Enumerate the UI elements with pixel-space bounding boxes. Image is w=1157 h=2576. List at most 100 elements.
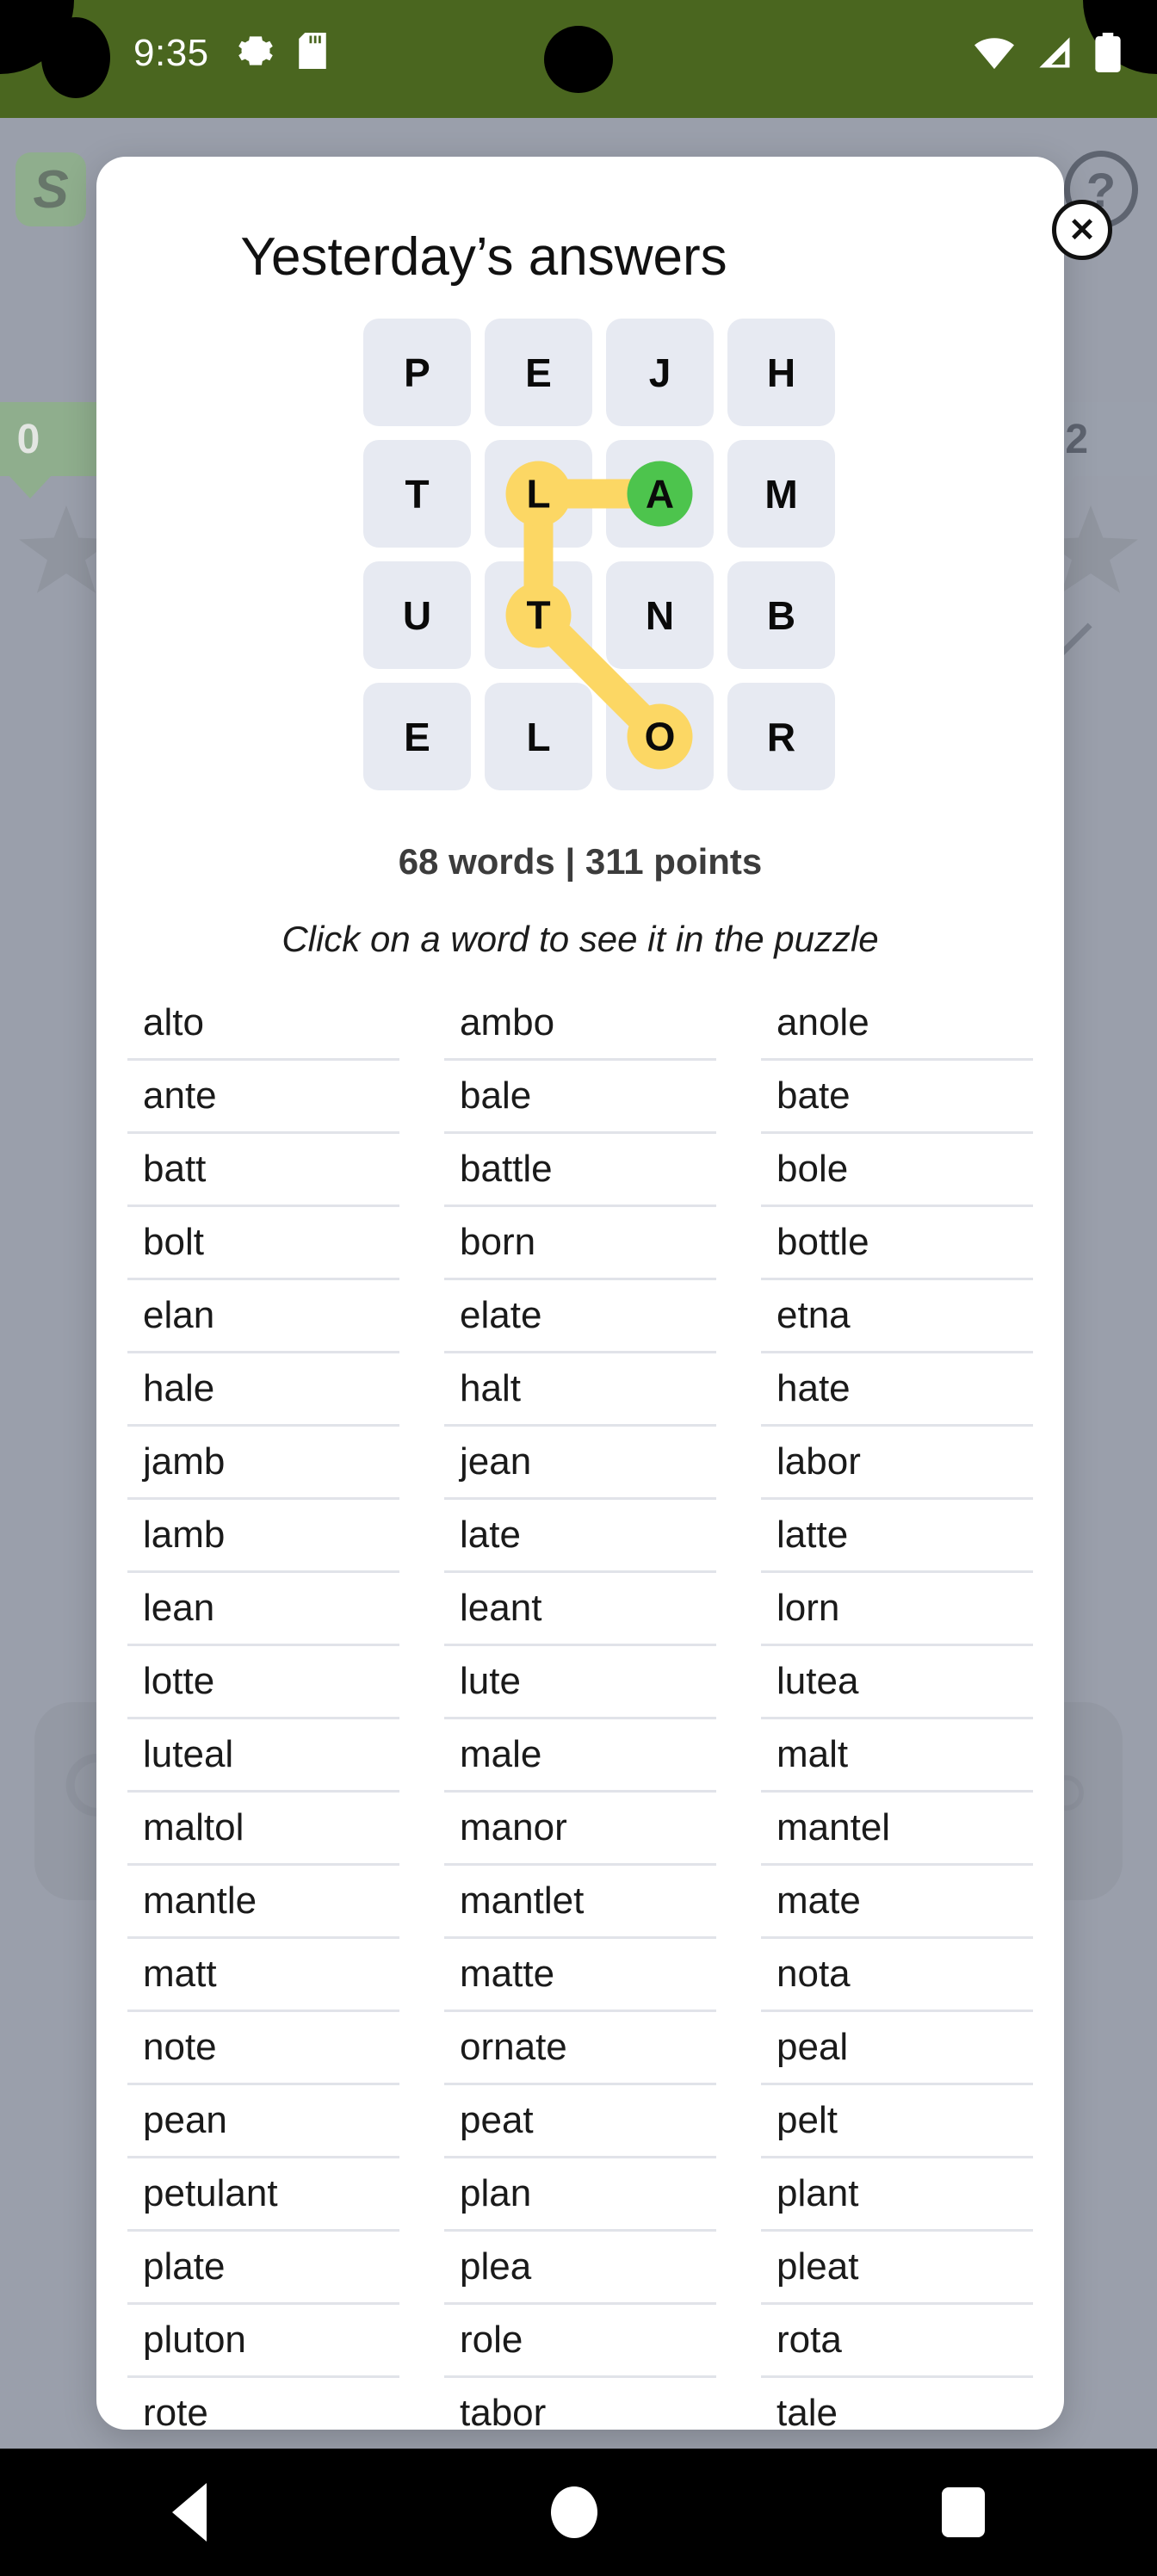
answer-word[interactable]: plan: [444, 2158, 716, 2232]
answer-word[interactable]: rota: [761, 2305, 1033, 2378]
answer-word[interactable]: luteal: [127, 1719, 399, 1793]
grid-tile-1-1[interactable]: L: [485, 440, 592, 548]
page-title: Yesterday’s answers: [240, 227, 727, 287]
answer-word[interactable]: latte: [761, 1500, 1033, 1573]
grid-tile-letter: O: [644, 714, 676, 759]
grid-tile-3-3[interactable]: R: [727, 683, 835, 790]
answer-word[interactable]: mantlet: [444, 1866, 716, 1939]
answer-word[interactable]: rote: [127, 2378, 399, 2430]
grid-tile-1-3[interactable]: M: [727, 440, 835, 548]
answer-word[interactable]: ornate: [444, 2012, 716, 2085]
yesterdays-answers-dialog: P E J H T L A M U T N B E L O R A L T O 68 words | 311 poi…: [96, 157, 1064, 2430]
grid-tile-1-0[interactable]: T: [363, 440, 471, 548]
answers-list: alto ambo anole ante bale bate batt battle bole b…: [127, 988, 1033, 2430]
grid-tile-letter: L: [526, 471, 551, 517]
answer-word[interactable]: ante: [127, 1061, 399, 1134]
answer-word[interactable]: lorn: [761, 1573, 1033, 1646]
answer-word[interactable]: hale: [127, 1353, 399, 1427]
answer-word[interactable]: hate: [761, 1353, 1033, 1427]
grid-tile-2-3[interactable]: B: [727, 561, 835, 669]
answer-word[interactable]: battle: [444, 1134, 716, 1207]
answer-word[interactable]: lute: [444, 1646, 716, 1719]
grid-tile-2-0[interactable]: U: [363, 561, 471, 669]
grid-tile-letter: A: [645, 471, 675, 517]
answer-word[interactable]: elate: [444, 1280, 716, 1353]
answer-word[interactable]: anole: [761, 988, 1033, 1061]
stats-line: 68 words | 311 points: [398, 841, 763, 882]
answer-word[interactable]: bolt: [127, 1207, 399, 1280]
answer-word[interactable]: labor: [761, 1427, 1033, 1500]
answer-word[interactable]: bate: [761, 1061, 1033, 1134]
grid-tile-3-1[interactable]: L: [485, 683, 592, 790]
answer-word[interactable]: pleat: [761, 2232, 1033, 2305]
answer-word[interactable]: tabor: [444, 2378, 716, 2430]
answer-word[interactable]: plea: [444, 2232, 716, 2305]
answer-word[interactable]: elan: [127, 1280, 399, 1353]
grid-tile-3-0[interactable]: E: [363, 683, 471, 790]
answer-word[interactable]: halt: [444, 1353, 716, 1427]
grid-tile-2-1[interactable]: T: [485, 561, 592, 669]
answer-word[interactable]: lutea: [761, 1646, 1033, 1719]
answer-word[interactable]: plate: [127, 2232, 399, 2305]
answer-word[interactable]: pluton: [127, 2305, 399, 2378]
answer-word[interactable]: mate: [761, 1866, 1033, 1939]
answer-word[interactable]: jean: [444, 1427, 716, 1500]
camera-punch-hole: [544, 26, 613, 93]
answer-word[interactable]: malt: [761, 1719, 1033, 1793]
answer-word[interactable]: pean: [127, 2085, 399, 2158]
answer-word[interactable]: matte: [444, 1939, 716, 2012]
grid-tile-letter: R: [766, 714, 796, 759]
cellular-signal-icon: [1039, 37, 1070, 68]
answer-word[interactable]: lamb: [127, 1500, 399, 1573]
answer-word[interactable]: male: [444, 1719, 716, 1793]
grid-tile-letter: E: [404, 714, 430, 759]
answer-word[interactable]: peal: [761, 2012, 1033, 2085]
bubble-tip-icon: [8, 474, 53, 498]
answer-word[interactable]: ambo: [444, 988, 716, 1061]
camera-punch-hole: [41, 17, 110, 98]
answer-word[interactable]: plant: [761, 2158, 1033, 2232]
grid-tile-3-2[interactable]: O: [606, 683, 714, 790]
sd-card-icon: [299, 33, 326, 69]
answer-word[interactable]: pelt: [761, 2085, 1033, 2158]
grid-tile-letter: U: [402, 592, 432, 638]
answer-word[interactable]: alto: [127, 988, 399, 1061]
close-icon[interactable]: ✕: [1052, 200, 1112, 260]
grid-tile-letter: M: [764, 471, 798, 517]
puzzle-grid: P E J H T L A M U T N B E L O R: [363, 319, 835, 790]
answer-word[interactable]: mantle: [127, 1866, 399, 1939]
grid-tile-2-2[interactable]: N: [606, 561, 714, 669]
answer-word[interactable]: matt: [127, 1939, 399, 2012]
answer-word[interactable]: tale: [761, 2378, 1033, 2430]
answer-word[interactable]: peat: [444, 2085, 716, 2158]
answer-word[interactable]: bole: [761, 1134, 1033, 1207]
grid-tile-0-1[interactable]: E: [485, 319, 592, 426]
answer-word[interactable]: batt: [127, 1134, 399, 1207]
recents-icon[interactable]: [942, 2487, 985, 2537]
answer-word[interactable]: lotte: [127, 1646, 399, 1719]
grid-tile-0-0[interactable]: P: [363, 319, 471, 426]
answer-word[interactable]: etna: [761, 1280, 1033, 1353]
answer-word[interactable]: bottle: [761, 1207, 1033, 1280]
home-icon[interactable]: [551, 2486, 597, 2538]
grid-tile-0-3[interactable]: H: [727, 319, 835, 426]
answer-word[interactable]: leant: [444, 1573, 716, 1646]
grid-tile-1-2[interactable]: A: [606, 440, 714, 548]
answer-word[interactable]: petulant: [127, 2158, 399, 2232]
answer-word[interactable]: mantel: [761, 1793, 1033, 1866]
grid-tile-0-2[interactable]: J: [606, 319, 714, 426]
answer-word[interactable]: lean: [127, 1573, 399, 1646]
answer-word[interactable]: bale: [444, 1061, 716, 1134]
battery-icon: [1095, 33, 1121, 72]
app-logo: S: [15, 152, 86, 226]
answer-word[interactable]: note: [127, 2012, 399, 2085]
status-system-icons: [974, 33, 1121, 72]
answer-word[interactable]: jamb: [127, 1427, 399, 1500]
answer-word[interactable]: late: [444, 1500, 716, 1573]
back-icon[interactable]: [172, 2483, 207, 2542]
answer-word[interactable]: born: [444, 1207, 716, 1280]
answer-word[interactable]: manor: [444, 1793, 716, 1866]
answer-word[interactable]: maltol: [127, 1793, 399, 1866]
answer-word[interactable]: nota: [761, 1939, 1033, 2012]
answer-word[interactable]: role: [444, 2305, 716, 2378]
